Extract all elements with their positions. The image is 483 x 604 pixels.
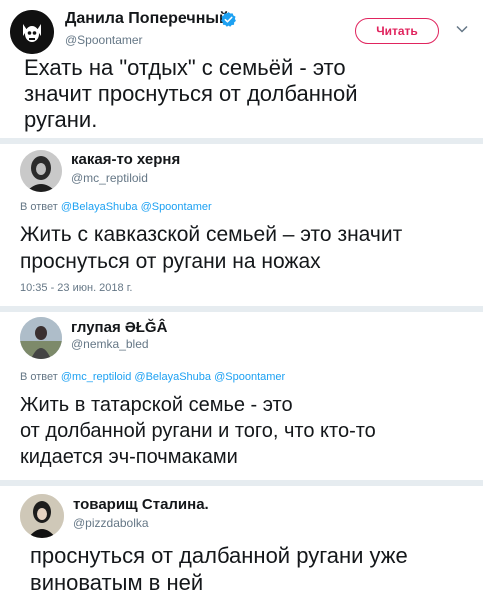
- user-photo-icon: [20, 494, 64, 538]
- mention-link[interactable]: @BelayaShuba: [61, 201, 138, 213]
- reply-prefix: В ответ: [20, 201, 58, 213]
- tweet-reply-1: какая-то херня @mc_reptiloid В ответ @Be…: [0, 144, 483, 306]
- tweet-text-line: от долбанной ругани и того, что кто-то: [20, 420, 376, 442]
- verified-badge-icon: [221, 12, 236, 27]
- author-handle[interactable]: @Spoontamer: [65, 33, 143, 47]
- author-handle[interactable]: @mc_reptiloid: [71, 171, 148, 185]
- reply-prefix: В ответ: [20, 371, 58, 383]
- author-handle[interactable]: @pizzdabolka: [73, 516, 149, 530]
- user-photo-icon: [20, 150, 62, 192]
- author-name[interactable]: Данила Поперечный: [65, 10, 229, 28]
- tweet-text-line: кидается эч-почмаками: [20, 446, 238, 468]
- reply-context: В ответ @BelayaShuba @Spoontamer: [20, 201, 212, 213]
- tweet-text: Жить с кавказской семьей – это значит пр…: [20, 221, 402, 275]
- author-name[interactable]: какая-то херня: [71, 151, 180, 168]
- tweet-reply-3: товарищ Сталина. @pizzdabolka проснуться…: [0, 486, 483, 604]
- tweet-text-line: значит проснуться от долбанной: [24, 81, 358, 106]
- avatar[interactable]: [20, 494, 64, 538]
- tweet-text-line: проснуться от ругани на ножах: [20, 250, 321, 273]
- tweet-reply-2: глупая ƏŁĞÂ @nemka_bled В ответ @mc_rept…: [0, 312, 483, 480]
- tweet-text-line: Жить в татарской семье - это: [20, 394, 293, 416]
- tweet-text-line: Жить с кавказской семьей – это значит: [20, 223, 403, 246]
- tweet-text-line: Ехать на "отдых" с семьёй - это: [24, 55, 346, 80]
- user-photo-icon: [20, 317, 62, 359]
- author-name[interactable]: товарищ Сталина.: [73, 496, 209, 513]
- tweet-text-line: проснуться от далбанной ругани уже: [30, 543, 408, 568]
- tweet-main: Данила Поперечный @Spoontamer Читать Еха…: [0, 0, 483, 138]
- skull-logo-icon: [10, 10, 54, 54]
- timestamp[interactable]: 10:35 - 23 июн. 2018 г.: [20, 282, 132, 294]
- avatar[interactable]: [20, 150, 62, 192]
- mention-link[interactable]: @Spoontamer: [141, 201, 212, 213]
- author-handle[interactable]: @nemka_bled: [71, 337, 149, 351]
- mention-link[interactable]: @mc_reptiloid: [61, 371, 131, 383]
- avatar[interactable]: [10, 10, 54, 54]
- mention-link[interactable]: @BelayaShuba: [134, 371, 211, 383]
- tweet-text: Жить в татарской семье - это от долбанно…: [20, 392, 376, 470]
- reply-context: В ответ @mc_reptiloid @BelayaShuba @Spoo…: [20, 371, 285, 383]
- tweet-text: проснуться от далбанной ругани уже винов…: [30, 542, 408, 596]
- chevron-down-icon[interactable]: [455, 22, 469, 36]
- follow-button[interactable]: Читать: [355, 18, 439, 44]
- author-name[interactable]: глупая ƏŁĞÂ: [71, 319, 167, 336]
- tweet-text: Ехать на "отдых" с семьёй - это значит п…: [24, 55, 358, 133]
- tweet-text-line: ругани.: [24, 107, 98, 132]
- mention-link[interactable]: @Spoontamer: [214, 371, 285, 383]
- tweet-text-line: виноватым в ней: [30, 570, 204, 595]
- avatar[interactable]: [20, 317, 62, 359]
